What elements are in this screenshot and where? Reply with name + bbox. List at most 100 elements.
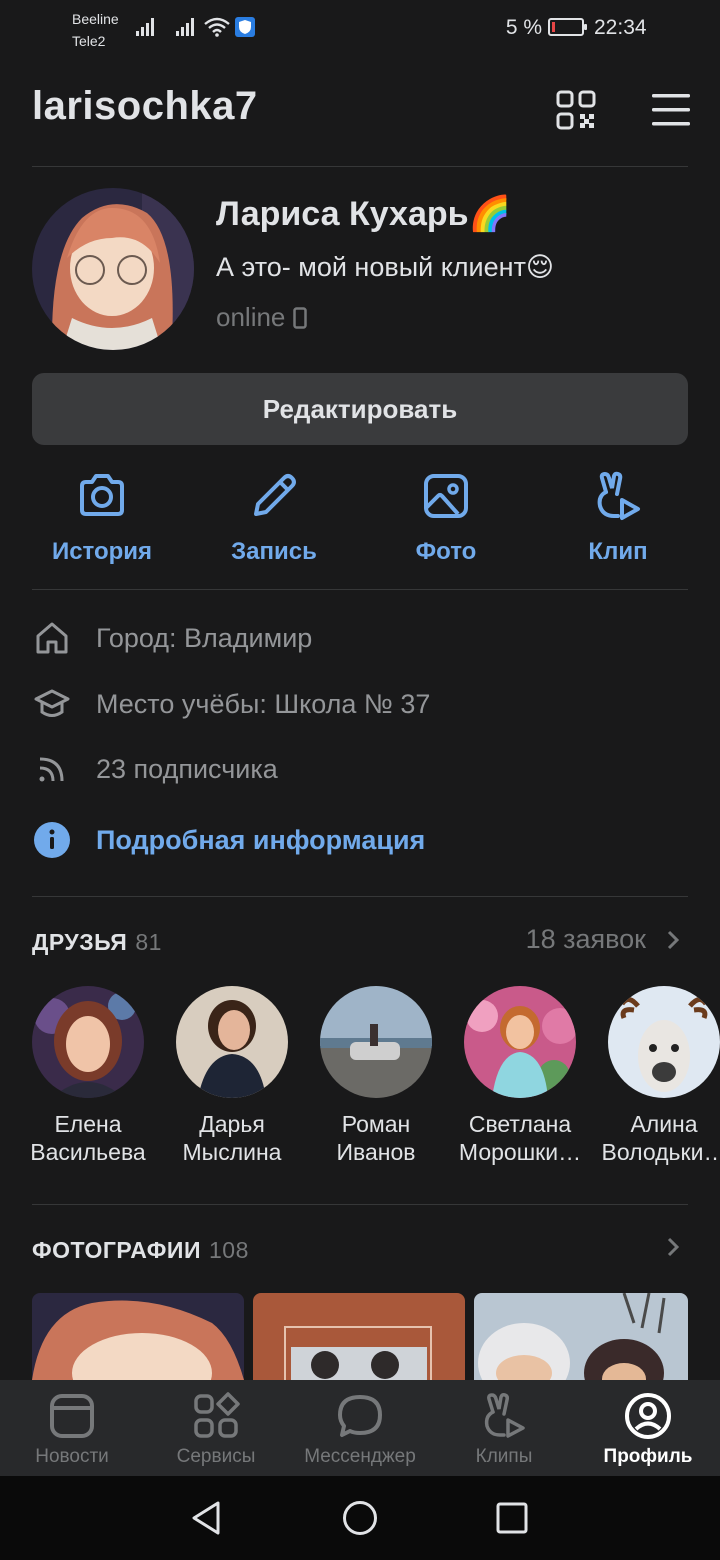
tab-profile[interactable]: Профиль bbox=[576, 1380, 720, 1476]
actions-divider bbox=[32, 589, 688, 590]
tab-news[interactable]: Новости bbox=[0, 1380, 144, 1476]
profile-name: Лариса Кухарь🌈 bbox=[216, 195, 511, 233]
friend-item[interactable]: Роман Иванов bbox=[304, 986, 448, 1166]
online-label: online bbox=[216, 302, 286, 332]
more-info-text: Подробная информация bbox=[96, 824, 426, 855]
shield-icon bbox=[235, 17, 255, 37]
friend-item[interactable]: Елена Васильева bbox=[16, 986, 160, 1166]
school-text: Место учёбы: Школа № 37 bbox=[96, 688, 431, 719]
friend-item[interactable]: Алина Володьки… bbox=[592, 986, 720, 1166]
clip-action[interactable]: Клип bbox=[532, 470, 704, 566]
info-divider bbox=[32, 896, 688, 897]
messenger-icon bbox=[338, 1395, 382, 1437]
services-icon bbox=[194, 1392, 240, 1438]
photo-label: Фото bbox=[415, 538, 477, 565]
friend-first-name: Дарья bbox=[199, 1111, 265, 1137]
signal-2-icon bbox=[176, 18, 194, 36]
status-bar: Beeline Tele2 5 % 22:34 bbox=[0, 0, 720, 56]
friends-title: ДРУЗЬЯ bbox=[32, 929, 128, 955]
photo-thumbnail[interactable] bbox=[253, 1293, 465, 1380]
camera-icon bbox=[80, 474, 124, 516]
clips-icon bbox=[484, 1393, 525, 1438]
profile-username: larisochka7 bbox=[32, 84, 258, 128]
clock: 22:34 bbox=[594, 16, 647, 39]
friend-last-name: Мыслина bbox=[182, 1139, 282, 1165]
friend-first-name: Светлана bbox=[468, 1111, 572, 1137]
friend-item[interactable]: Светлана Морошки… bbox=[448, 986, 592, 1166]
image-icon bbox=[424, 474, 468, 518]
chevron-right-icon bbox=[667, 930, 680, 949]
tab-messenger[interactable]: Мессенджер bbox=[288, 1380, 432, 1476]
post-action[interactable]: Запись bbox=[188, 470, 360, 566]
friend-item[interactable]: Дарья Мыслина bbox=[160, 986, 304, 1166]
friend-avatar bbox=[320, 986, 432, 1098]
info-followers[interactable]: 23 подписчика bbox=[32, 749, 278, 789]
system-navigation-bar bbox=[0, 1476, 720, 1560]
carrier-labels: Beeline Tele2 bbox=[72, 8, 119, 52]
friend-requests-link[interactable]: 18 заявок bbox=[526, 924, 680, 955]
tab-services-label: Сервисы bbox=[176, 1446, 256, 1467]
info-school: Место учёбы: Школа № 37 bbox=[32, 684, 430, 724]
graduation-cap-icon bbox=[32, 684, 72, 724]
news-icon bbox=[50, 1394, 94, 1438]
profile-status[interactable]: А это- мой новый клиент😌 bbox=[216, 252, 554, 283]
wifi-icon bbox=[204, 17, 230, 37]
carrier-1: Beeline bbox=[72, 11, 119, 27]
more-info-link[interactable]: Подробная информация bbox=[32, 820, 425, 860]
tab-profile-label: Профиль bbox=[603, 1446, 693, 1467]
clip-label: Клип bbox=[588, 538, 648, 565]
friend-first-name: Роман bbox=[341, 1111, 411, 1137]
friend-avatar bbox=[32, 986, 144, 1098]
tab-clips-label: Клипы bbox=[475, 1446, 533, 1467]
friend-avatar bbox=[176, 986, 288, 1098]
photos-title: ФОТОГРАФИИ bbox=[32, 1237, 201, 1263]
info-icon bbox=[32, 820, 72, 860]
friends-divider bbox=[32, 1204, 688, 1205]
requests-text: 18 заявок bbox=[525, 924, 646, 954]
info-city: Город: Владимир bbox=[32, 618, 312, 658]
post-label: Запись bbox=[231, 538, 317, 565]
tab-messenger-label: Мессенджер bbox=[304, 1446, 416, 1467]
tab-news-label: Новости bbox=[35, 1446, 109, 1467]
battery-icon bbox=[548, 18, 587, 36]
back-icon[interactable] bbox=[190, 1500, 222, 1536]
battery-percent: 5 % bbox=[505, 16, 542, 39]
header-divider bbox=[32, 166, 688, 167]
recents-icon[interactable] bbox=[496, 1502, 528, 1534]
menu-icon[interactable] bbox=[652, 92, 690, 128]
friend-last-name: Иванов bbox=[336, 1139, 416, 1165]
friend-avatar bbox=[464, 986, 576, 1098]
bottom-tab-bar: Новости Сервисы Мессенджер Клипы Профиль bbox=[0, 1380, 720, 1476]
photo-thumbnail[interactable] bbox=[32, 1293, 244, 1380]
followers-text: 23 подписчика bbox=[96, 753, 278, 784]
rss-icon bbox=[32, 749, 72, 789]
qr-code-icon[interactable] bbox=[556, 90, 596, 130]
friend-last-name: Морошки… bbox=[458, 1139, 582, 1165]
tab-services[interactable]: Сервисы bbox=[144, 1380, 288, 1476]
clip-icon bbox=[597, 471, 640, 520]
chevron-right-icon[interactable] bbox=[666, 1236, 680, 1258]
carrier-2: Tele2 bbox=[72, 33, 106, 49]
friend-first-name: Алина bbox=[630, 1111, 698, 1137]
photos-header[interactable]: ФОТОГРАФИИ 108 bbox=[32, 1237, 249, 1264]
photos-count: 108 bbox=[208, 1237, 249, 1263]
tab-clips[interactable]: Клипы bbox=[432, 1380, 576, 1476]
friend-first-name: Елена bbox=[54, 1111, 122, 1137]
friend-last-name: Васильева bbox=[30, 1139, 146, 1165]
city-text: Город: Владимир bbox=[96, 622, 313, 653]
pencil-icon bbox=[254, 474, 296, 516]
home-button-icon[interactable] bbox=[342, 1500, 378, 1536]
friend-avatar bbox=[608, 986, 720, 1098]
friends-header[interactable]: ДРУЗЬЯ 81 bbox=[32, 929, 162, 956]
friends-count: 81 bbox=[135, 929, 162, 955]
story-label: История bbox=[51, 538, 153, 565]
profile-icon bbox=[625, 1393, 671, 1439]
home-icon bbox=[32, 618, 72, 658]
photo-thumbnail[interactable] bbox=[474, 1293, 688, 1380]
friend-last-name: Володьки… bbox=[601, 1139, 720, 1165]
story-action[interactable]: История bbox=[16, 470, 188, 566]
avatar[interactable] bbox=[32, 188, 194, 350]
edit-profile-button[interactable]: Редактировать bbox=[32, 373, 688, 445]
signal-1-icon bbox=[136, 18, 154, 36]
photo-action[interactable]: Фото bbox=[360, 470, 532, 566]
